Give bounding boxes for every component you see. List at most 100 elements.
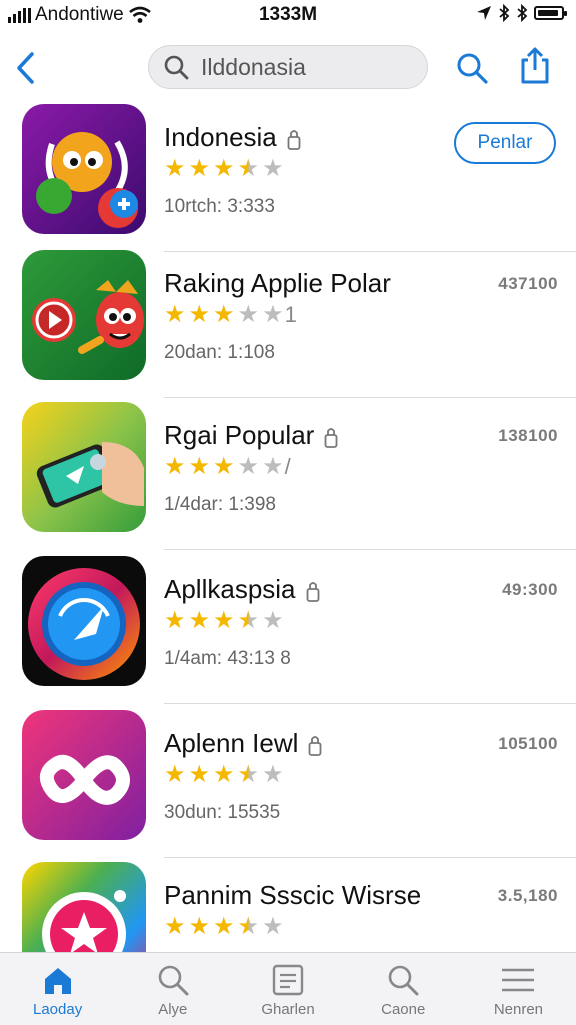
star-rating: ★ ★ ★ ★ ★ (164, 156, 284, 182)
star-icon: ★ (262, 761, 284, 788)
app-value: 437100 (498, 274, 558, 293)
app-name: Rgai Popular (164, 420, 338, 451)
app-name: Indonesia (164, 122, 301, 153)
app-name: Raking Applie Polar (164, 268, 391, 298)
star-icon: ★ (237, 301, 260, 328)
share-icon[interactable] (516, 46, 554, 86)
star-rating: ★ ★ ★ ★ ★ (164, 762, 284, 788)
app-meta: 1/4dar: 1:398 (164, 494, 276, 515)
star-icon: ★ (164, 761, 186, 788)
bluetooth-icon (499, 4, 510, 22)
app-meta: 30dun: 15535 (164, 802, 281, 823)
search-icon (388, 965, 419, 996)
tab-gharlen[interactable]: Gharlen (230, 953, 345, 1025)
star-icon: ★ (213, 453, 235, 480)
battery-icon (534, 6, 567, 20)
star-icon: ★ (213, 155, 235, 182)
bluetooth-icon (517, 4, 528, 22)
app-row[interactable]: Indonesia ★ ★ ★ ★ ★ 10rtch: 3:333 Penlar (0, 100, 576, 252)
document-icon (272, 964, 304, 996)
nav-bar (0, 36, 576, 100)
star-icon: ★ (237, 607, 260, 634)
star-icon: ★ (164, 913, 186, 940)
divider (164, 549, 576, 550)
app-icon (22, 402, 146, 532)
app-meta: 10rtch: 3:333 (164, 196, 275, 217)
star-icon: ★ (213, 761, 235, 788)
app-icon (22, 250, 146, 380)
app-value: 49:300 (502, 580, 558, 599)
app-value: 105100 (498, 734, 558, 753)
divider (164, 703, 576, 704)
app-value: 3.5,180 (497, 886, 558, 905)
app-row[interactable]: Aplenn Iewl ★ ★ ★ ★ ★ 30dun: 15535 105100 (0, 706, 576, 858)
app-row[interactable]: Apllkaspsia ★ ★ ★ ★ ★ 1/4am: 43:13 8 49:300 (0, 552, 576, 704)
app-value: 138100 (498, 426, 558, 445)
lock-icon (287, 130, 301, 151)
star-icon: ★ (213, 301, 235, 328)
lock-icon (324, 428, 338, 449)
tab-label: Alye (158, 1001, 188, 1018)
star-icon: ★ (237, 913, 260, 940)
tab-label: Gharlen (261, 1001, 315, 1018)
search-field[interactable] (148, 45, 428, 89)
star-rating: ★ ★ ★ ★ ★ (164, 914, 284, 940)
star-icon: ★ (262, 453, 284, 480)
star-icon: ★ (188, 761, 211, 788)
search-icon (164, 55, 189, 80)
app-icon (22, 104, 146, 234)
app-row[interactable]: Pannim Ssscic Wisrse ★ ★ ★ ★ ★ 3.5,180 (0, 858, 576, 952)
home-icon (44, 968, 71, 994)
star-rating: ★ ★ ★ ★ ★ (164, 608, 284, 634)
tab-nenren[interactable]: Nenren (461, 953, 576, 1025)
tab-label: Laoday (32, 1001, 83, 1018)
tab-label: Nenren (493, 1001, 544, 1018)
star-icon: ★ (188, 913, 211, 940)
star-icon: ★ (188, 607, 211, 634)
star-icon: ★ (262, 301, 284, 328)
star-icon: ★ (213, 913, 235, 940)
tab-laoday[interactable]: Laoday (0, 953, 115, 1025)
status-bar: Andontiwe 1333M (0, 0, 576, 32)
star-rating: ★ ★ ★ ★ ★ / (164, 454, 291, 480)
tab-bar: Laoday Alye Gharlen Caone Nenren (0, 952, 576, 1025)
star-icon: ★ (188, 155, 211, 182)
star-icon: ★ (237, 155, 260, 182)
star-icon: ★ (164, 453, 186, 480)
app-name: Aplenn Iewl (164, 728, 322, 759)
lock-icon (306, 582, 319, 603)
star-icon: ★ (213, 607, 235, 634)
search-icon[interactable] (454, 50, 490, 86)
star-icon: ★ (262, 607, 284, 634)
app-name: Pannim Ssscic Wisrse (164, 880, 422, 910)
star-icon: ★ (188, 301, 211, 328)
star-icon: ★ (164, 607, 186, 634)
star-rating: ★ ★ ★ ★ ★ 1 (164, 302, 297, 328)
star-icon: ★ (164, 155, 186, 182)
rating-suffix: 1 (284, 302, 297, 327)
tab-label: Caone (381, 1001, 426, 1018)
tab-caone[interactable]: Caone (346, 953, 461, 1025)
menu-icon (502, 968, 535, 992)
status-right (476, 4, 567, 22)
app-list: Indonesia ★ ★ ★ ★ ★ 10rtch: 3:333 Penlar Rak… (0, 100, 576, 952)
rating-suffix: / (284, 454, 291, 479)
app-icon (22, 710, 146, 840)
get-button[interactable]: Penlar (454, 122, 556, 164)
app-meta: 1/4am: 43:13 8 (164, 648, 291, 669)
star-icon: ★ (262, 913, 284, 940)
lock-icon (309, 736, 322, 757)
star-icon: ★ (237, 453, 260, 480)
tab-alye[interactable]: Alye (115, 953, 230, 1025)
app-name: Apllkaspsia (164, 574, 320, 605)
search-icon (158, 965, 189, 996)
back-chevron-icon[interactable] (10, 48, 40, 88)
star-icon: ★ (188, 453, 211, 480)
star-icon: ★ (237, 761, 260, 788)
star-icon: ★ (262, 155, 284, 182)
star-icon: ★ (164, 301, 186, 328)
app-row[interactable]: Raking Applie Polar ★ ★ ★ ★ ★ 1 20dan: 1:108 … (0, 246, 576, 398)
app-meta: 20dan: 1:108 (164, 342, 275, 363)
app-row[interactable]: Rgai Popular ★ ★ ★ ★ ★/ 1/4dar: 1:398 138100 (0, 398, 576, 550)
search-input[interactable] (199, 52, 413, 82)
